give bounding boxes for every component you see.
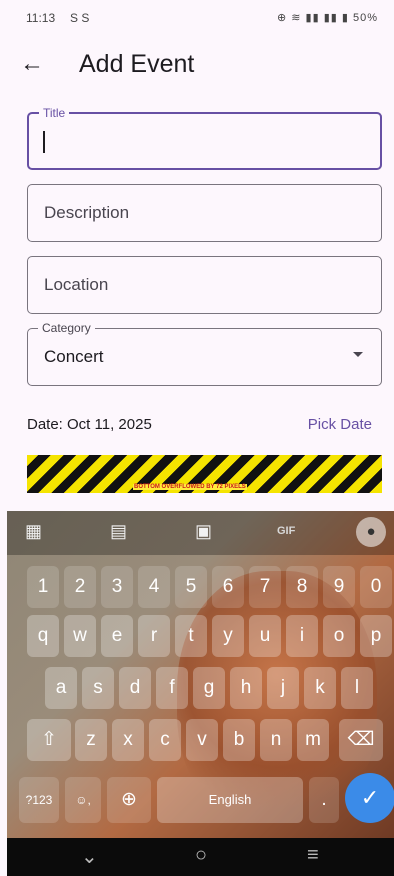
- location-field[interactable]: Location: [27, 256, 382, 314]
- key[interactable]: l: [341, 667, 373, 709]
- home-circle-icon[interactable]: ○: [195, 844, 207, 867]
- overflow-message: BOTTOM OVERFLOWED BY 72 PIXELS: [133, 484, 247, 490]
- key[interactable]: m: [297, 719, 329, 761]
- clipboard-icon[interactable]: ▤: [110, 521, 127, 542]
- status-time: 11:13: [26, 11, 56, 25]
- key[interactable]: a: [45, 667, 77, 709]
- key[interactable]: 2: [64, 566, 96, 608]
- apps-grid-icon[interactable]: ▦: [25, 521, 42, 542]
- key[interactable]: w: [64, 615, 96, 657]
- key[interactable]: c: [149, 719, 181, 761]
- key[interactable]: u: [249, 615, 281, 657]
- key[interactable]: j: [267, 667, 299, 709]
- symbols-key[interactable]: ?123: [19, 777, 59, 823]
- key[interactable]: q: [27, 615, 59, 657]
- key[interactable]: s: [82, 667, 114, 709]
- soft-keyboard: ▦ ▤ ▣ GIF ● 1 2 3 4 5 6 7 8 9 0 q w e r …: [7, 511, 394, 838]
- key[interactable]: v: [186, 719, 218, 761]
- key[interactable]: e: [101, 615, 133, 657]
- battery-percent: 50%: [352, 12, 378, 24]
- key[interactable]: k: [304, 667, 336, 709]
- key[interactable]: i: [286, 615, 318, 657]
- key[interactable]: f: [156, 667, 188, 709]
- enter-check-icon[interactable]: ✓: [345, 773, 394, 823]
- date-label: Date: Oct 11, 2025: [27, 416, 152, 433]
- app-bar: ← Add Event: [0, 40, 394, 92]
- status-bar: 11:13 S S ⊕ ≋ ▮▮ ▮▮ ▮ 50%: [0, 0, 394, 34]
- key[interactable]: g: [193, 667, 225, 709]
- key[interactable]: r: [138, 615, 170, 657]
- microphone-icon[interactable]: ●: [356, 517, 386, 547]
- key[interactable]: n: [260, 719, 292, 761]
- key[interactable]: d: [119, 667, 151, 709]
- keyboard-toolbar: ▦ ▤ ▣ GIF ●: [7, 511, 394, 555]
- location-placeholder: Location: [44, 275, 109, 294]
- navigation-bar: ⌄ ○ ≡: [7, 838, 394, 876]
- key[interactable]: h: [230, 667, 262, 709]
- key[interactable]: 3: [101, 566, 133, 608]
- key[interactable]: 7: [249, 566, 281, 608]
- description-placeholder: Description: [44, 203, 130, 222]
- title-field[interactable]: Title: [27, 106, 382, 170]
- key[interactable]: y: [212, 615, 244, 657]
- key[interactable]: b: [223, 719, 255, 761]
- shift-icon[interactable]: ⇧: [27, 719, 71, 761]
- key[interactable]: 9: [323, 566, 355, 608]
- gif-button[interactable]: GIF: [277, 525, 295, 537]
- period-key[interactable]: .: [309, 777, 339, 823]
- page-title: Add Event: [79, 50, 195, 78]
- key[interactable]: 0: [360, 566, 392, 608]
- key[interactable]: 6: [212, 566, 244, 608]
- title-field-label: Title: [39, 106, 70, 120]
- chevron-down-icon[interactable]: ⌄: [81, 844, 98, 869]
- category-label: Category: [38, 321, 95, 335]
- recents-menu-icon[interactable]: ≡: [307, 844, 319, 867]
- category-dropdown[interactable]: Category Concert: [27, 321, 382, 386]
- back-arrow-icon[interactable]: ←: [20, 50, 44, 78]
- dropdown-arrow-icon[interactable]: [353, 352, 363, 357]
- key[interactable]: 8: [286, 566, 318, 608]
- category-value: Concert: [44, 347, 104, 366]
- overflow-warning-stripes: BOTTOM OVERFLOWED BY 72 PIXELS: [27, 455, 382, 493]
- clipboard-transfer-icon[interactable]: ▣: [195, 521, 212, 542]
- key[interactable]: p: [360, 615, 392, 657]
- backspace-icon[interactable]: ⌫: [339, 719, 383, 761]
- key[interactable]: 1: [27, 566, 59, 608]
- key[interactable]: t: [175, 615, 207, 657]
- key[interactable]: x: [112, 719, 144, 761]
- globe-icon[interactable]: ⊕: [107, 777, 151, 823]
- key[interactable]: 5: [175, 566, 207, 608]
- description-field[interactable]: Description: [27, 184, 382, 242]
- text-cursor: [43, 131, 45, 153]
- space-bar[interactable]: English: [157, 777, 303, 823]
- key[interactable]: o: [323, 615, 355, 657]
- emoji-comma-key[interactable]: ☺,: [65, 777, 101, 823]
- key[interactable]: 4: [138, 566, 170, 608]
- status-left-icons: S S: [70, 11, 90, 25]
- key[interactable]: z: [75, 719, 107, 761]
- status-indicators: ⊕ ≋ ▮▮ ▮▮ ▮ 50%: [276, 12, 378, 24]
- pick-date-button[interactable]: Pick Date: [308, 416, 372, 433]
